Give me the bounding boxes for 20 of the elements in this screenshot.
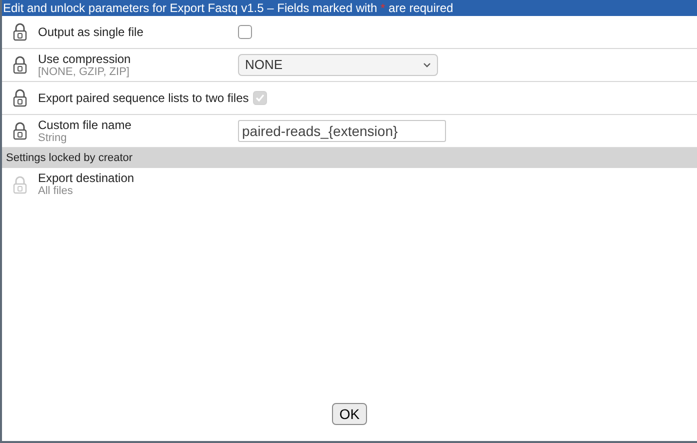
ok-button[interactable]: OK	[332, 403, 367, 425]
parameter-hint: String	[38, 132, 68, 144]
parameter-label: Export paired sequence lists to two files	[38, 91, 249, 105]
check-icon	[254, 93, 265, 103]
parameter-hint: All files	[38, 185, 74, 198]
parameter-label: Use compression	[38, 52, 132, 66]
parameter-label: Custom file name	[38, 118, 132, 132]
checkbox[interactable]	[238, 25, 252, 39]
text-field[interactable]: paired-reads_{extension}	[238, 120, 446, 142]
section-header: Settings locked by creator	[2, 148, 697, 168]
lock-icon[interactable]	[13, 23, 27, 41]
parameter-label: Output as single file	[38, 25, 144, 39]
dialog-title: Edit and unlock parameters for Export Fastq v1.5 – Fields marked with * are required	[2, 0, 697, 16]
lock-icon[interactable]	[13, 89, 27, 107]
lock-icon[interactable]	[13, 56, 27, 74]
parameter-hint: [NONE, GZIP, ZIP]	[38, 66, 130, 78]
parameter-label: Export destination	[38, 171, 134, 185]
dropdown[interactable]: NONE	[238, 54, 438, 76]
lock-icon[interactable]	[13, 122, 27, 140]
caret-icon	[423, 62, 431, 68]
